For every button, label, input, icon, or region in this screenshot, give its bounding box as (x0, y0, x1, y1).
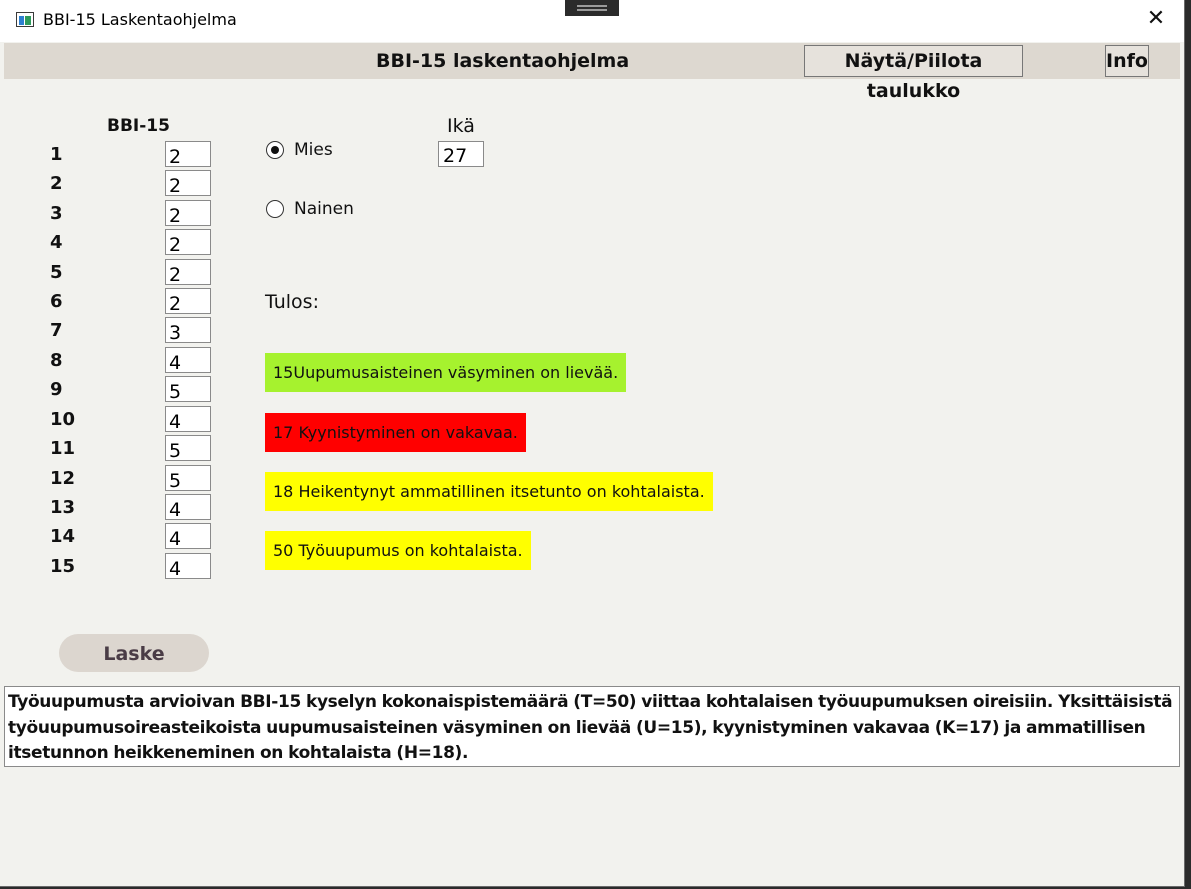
age-input[interactable]: 27 (438, 141, 484, 167)
answer-input[interactable]: 2 (165, 170, 211, 197)
question-number: 13 (50, 497, 76, 518)
question-number: 10 (50, 409, 76, 430)
result-cynicism: 17 Kyynistyminen on vakavaa. (265, 413, 526, 452)
result-heading: Tulos: (265, 291, 319, 313)
question-number: 14 (50, 526, 76, 547)
answer-input[interactable]: 4 (165, 553, 211, 580)
radio-label-female[interactable]: Nainen (294, 199, 354, 219)
result-total: 50 Työuupumus on kohtalaista. (265, 531, 531, 570)
question-number: 1 (50, 144, 63, 165)
answer-input[interactable]: 4 (165, 494, 211, 521)
question-number: 5 (50, 262, 63, 283)
summary-text[interactable]: Työuupumusta arvioivan BBI-15 kyselyn ko… (4, 686, 1180, 767)
app-icon (16, 12, 34, 27)
question-number: 2 (50, 173, 63, 194)
questions-header: BBI-15 (107, 116, 170, 136)
question-number: 15 (50, 556, 76, 577)
answer-input[interactable]: 3 (165, 317, 211, 344)
answer-input[interactable]: 2 (165, 288, 211, 315)
age-label: Ikä (447, 115, 475, 137)
answer-input[interactable]: 2 (165, 141, 211, 168)
app-window: BBI-15 Laskentaohjelma ✕ BBI-15 laskenta… (0, 0, 1185, 887)
answer-input[interactable]: 5 (165, 435, 211, 462)
toggle-table-button[interactable]: Näytä/Piilota taulukko (804, 45, 1023, 102)
result-self-esteem: 18 Heikentynyt ammatillinen itsetunto on… (265, 472, 713, 511)
answer-input[interactable]: 4 (165, 347, 211, 374)
answer-input[interactable]: 2 (165, 259, 211, 286)
answer-input[interactable]: 5 (165, 465, 211, 492)
drag-handle-icon[interactable] (565, 0, 619, 16)
question-number: 3 (50, 203, 63, 224)
question-number: 4 (50, 232, 63, 253)
question-number: 7 (50, 320, 63, 341)
question-number: 8 (50, 350, 63, 371)
info-button[interactable]: Info (1105, 45, 1149, 77)
radio-label-male[interactable]: Mies (294, 140, 333, 160)
app-heading: BBI-15 laskentaohjelma (376, 50, 630, 72)
question-number: 11 (50, 438, 76, 459)
answer-input[interactable]: 2 (165, 229, 211, 256)
question-number: 6 (50, 291, 63, 312)
window-title: BBI-15 Laskentaohjelma (43, 10, 237, 29)
result-exhaustion: 15Uupumusaisteinen väsyminen on lievää. (265, 353, 627, 392)
radio-female[interactable] (266, 200, 284, 218)
answer-input[interactable]: 4 (165, 523, 211, 550)
calculate-button[interactable]: Laske (59, 634, 209, 672)
answer-input[interactable]: 2 (165, 200, 211, 227)
radio-male[interactable] (266, 141, 284, 159)
question-number: 9 (50, 379, 63, 400)
answer-input[interactable]: 4 (165, 406, 211, 433)
question-number: 12 (50, 468, 76, 489)
close-icon[interactable]: ✕ (1133, 0, 1179, 40)
answer-input[interactable]: 5 (165, 376, 211, 403)
